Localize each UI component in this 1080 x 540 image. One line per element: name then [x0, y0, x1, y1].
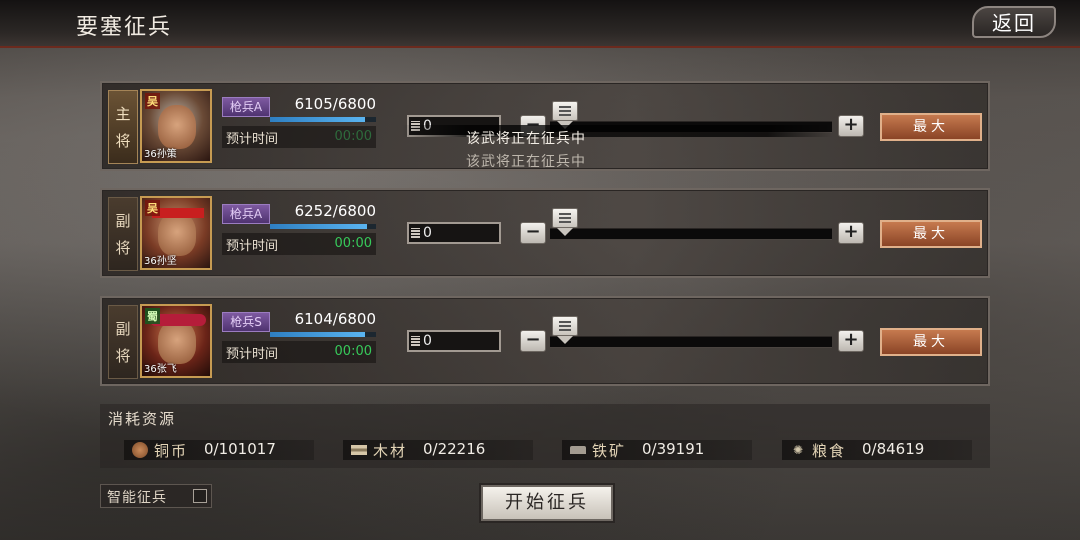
faction-badge: 吴 [145, 93, 160, 109]
troop-bar-fill [270, 224, 368, 229]
quantity-slider-track[interactable] [550, 228, 832, 240]
troop-type-badge: 枪兵S [222, 312, 270, 332]
wood-icon [351, 445, 367, 455]
resource-grain: ✺ 粮食 0/84619 [782, 440, 972, 460]
quantity-slider-thumb[interactable] [552, 208, 578, 236]
troop-bar-fill [270, 332, 366, 337]
resource-value: 0/39191 [642, 440, 705, 458]
resource-iron: 铁矿 0/39191 [562, 440, 752, 460]
eta-box: 预计时间 00:00 [222, 233, 376, 255]
eta-box: 预计时间 00:00 [222, 341, 376, 363]
troop-type-badge: 枪兵A [222, 97, 270, 117]
faction-badge: 吴 [145, 200, 160, 216]
eta-box: 预计时间 00:00 [222, 126, 376, 148]
eta-label: 预计时间 [226, 132, 279, 147]
eta-time: 00:00 [334, 236, 372, 251]
role-tag-deputy: 副 将 [108, 305, 138, 379]
quantity-slider-track[interactable] [550, 336, 832, 348]
smart-recruit-toggle[interactable]: 智能征兵 [100, 484, 212, 508]
general-portrait[interactable]: 吴 36孙策 [140, 89, 212, 163]
max-button[interactable]: 最大 [880, 113, 982, 141]
quantity-input[interactable]: 0 [407, 222, 501, 244]
role-char: 将 [115, 239, 131, 257]
minus-button[interactable]: − [520, 330, 546, 352]
iron-icon [570, 446, 586, 454]
start-recruit-button[interactable]: 开始征兵 [481, 485, 613, 521]
general-row-main: 主 将 吴 36孙策 枪兵A 6105/6800 预计时间 00:00 0 − … [100, 81, 990, 171]
eta-time: 00:00 [334, 344, 372, 359]
quantity-input[interactable]: 0 [407, 330, 501, 352]
header-bar: 要塞征兵 返回 [0, 0, 1080, 48]
max-button[interactable]: 最大 [880, 220, 982, 248]
troop-count: 6104/6800 [294, 310, 376, 328]
role-tag-deputy: 副 将 [108, 197, 138, 271]
smart-recruit-label: 智能征兵 [107, 490, 167, 506]
eta-label: 预计时间 [226, 239, 279, 254]
general-row-deputy-2: 副 将 蜀 36张飞 枪兵S 6104/6800 预计时间 00:00 0 − … [100, 296, 990, 386]
resource-name: 木材 [373, 442, 408, 460]
back-button[interactable]: 返回 [972, 6, 1056, 38]
role-char: 副 [115, 320, 131, 338]
general-level-name: 36孙坚 [144, 256, 177, 267]
troop-count: 6105/6800 [294, 95, 376, 113]
general-row-deputy-1: 副 将 吴 36孙坚 枪兵A 6252/6800 预计时间 00:00 0 − … [100, 188, 990, 278]
resources-panel: 消耗资源 铜币 0/101017 木材 0/22216 铁矿 0/39191 ✺… [100, 404, 990, 468]
role-char: 主 [115, 105, 131, 123]
role-char: 将 [115, 347, 131, 365]
role-tag-main: 主 将 [108, 90, 138, 164]
resource-copper: 铜币 0/101017 [124, 440, 314, 460]
page-title: 要塞征兵 [76, 15, 173, 40]
smart-recruit-checkbox[interactable] [193, 489, 207, 503]
plus-button[interactable]: + [838, 115, 864, 137]
resource-value: 0/84619 [862, 440, 925, 458]
troop-bar [270, 117, 376, 122]
eta-label: 预计时间 [226, 347, 279, 362]
coin-icon [132, 442, 148, 458]
keypad-icon [411, 336, 420, 346]
resource-name: 铁矿 [592, 442, 627, 460]
busy-status-text: 该武将正在征兵中 [466, 131, 586, 147]
resource-value: 0/22216 [423, 440, 486, 458]
resource-value: 0/101017 [204, 440, 276, 458]
minus-button[interactable]: − [520, 222, 546, 244]
plus-button[interactable]: + [838, 330, 864, 352]
portrait-face [158, 320, 196, 364]
quantity-slider-thumb[interactable] [552, 316, 578, 344]
troop-bar [270, 332, 376, 337]
quantity-value: 0 [423, 225, 432, 241]
max-button[interactable]: 最大 [880, 328, 982, 356]
quantity-value: 0 [423, 333, 432, 349]
troop-bar [270, 224, 376, 229]
portrait-face [158, 105, 196, 149]
resource-name: 粮食 [812, 442, 847, 460]
resource-name: 铜币 [154, 442, 189, 460]
faction-badge: 蜀 [145, 308, 160, 324]
resource-wood: 木材 0/22216 [343, 440, 533, 460]
portrait-face [158, 212, 196, 256]
role-char: 将 [115, 132, 131, 150]
plus-button[interactable]: + [838, 222, 864, 244]
troop-type-badge: 枪兵A [222, 204, 270, 224]
resources-title: 消耗资源 [108, 410, 177, 428]
grain-icon: ✺ [792, 443, 804, 457]
keypad-icon [411, 228, 420, 238]
role-char: 副 [115, 212, 131, 230]
troop-count: 6252/6800 [294, 202, 376, 220]
general-level-name: 36张飞 [144, 364, 177, 375]
general-level-name: 36孙策 [144, 149, 177, 160]
troop-bar-fill [270, 117, 366, 122]
general-portrait[interactable]: 蜀 36张飞 [140, 304, 212, 378]
eta-time: 00:00 [334, 129, 372, 144]
general-portrait[interactable]: 吴 36孙坚 [140, 196, 212, 270]
busy-status-text-shadow: 该武将正在征兵中 [466, 154, 586, 170]
